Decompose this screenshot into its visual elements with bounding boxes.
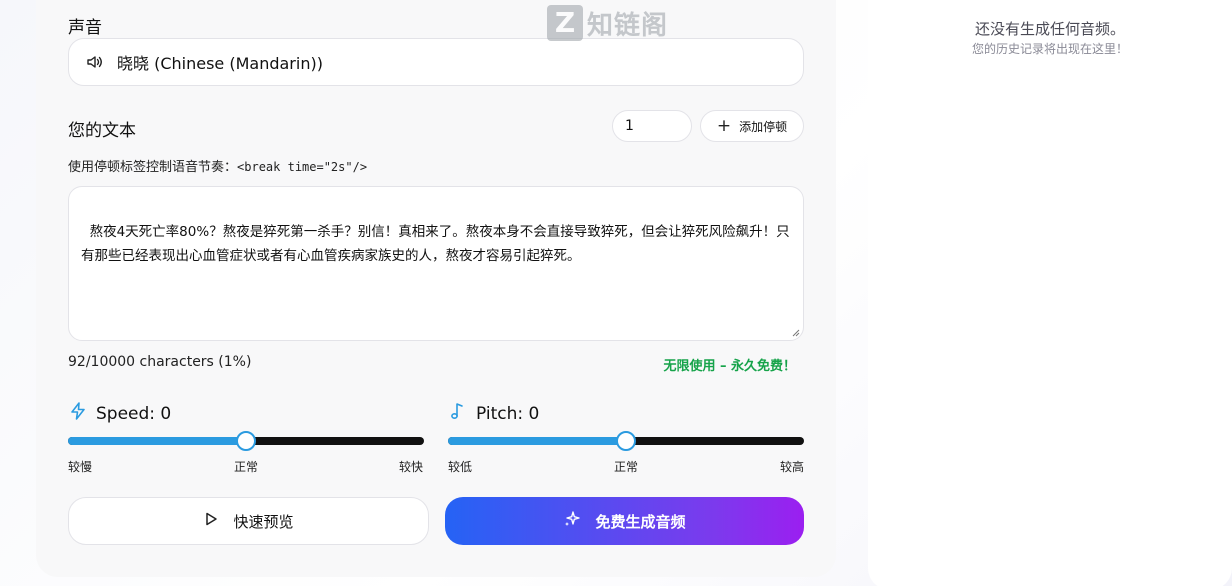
pause-tag-example: <break time="2s"/>	[237, 160, 368, 174]
generate-audio-label: 免费生成音频	[595, 512, 686, 531]
sparkle-icon	[563, 510, 581, 532]
speaker-icon	[85, 53, 103, 71]
free-usage-badge: 无限使用 – 永久免费！	[663, 359, 796, 374]
resize-handle-icon[interactable]	[791, 328, 800, 337]
pitch-max-label: 较高	[780, 460, 805, 474]
voice-select[interactable]: 晓晓 (Chinese (Mandarin))	[68, 38, 804, 86]
speed-slider-thumb[interactable]	[236, 431, 256, 451]
text-section-label: 您的文本	[68, 121, 136, 141]
speed-mid-label: 正常	[234, 460, 259, 474]
history-panel: 还没有生成任何音频。 您的历史记录将出现在这里！	[868, 0, 1232, 586]
speed-title: Speed: 0	[68, 401, 171, 426]
plus-icon: +	[716, 115, 732, 136]
text-input[interactable]: 熬夜4天死亡率80%？熬夜是猝死第一杀手？别信！真相来了。熬夜本身不会直接导致猝…	[68, 186, 804, 341]
speed-min-label: 较慢	[68, 460, 93, 474]
pause-duration-input[interactable]: 1	[612, 110, 692, 142]
music-note-icon	[448, 401, 468, 426]
pitch-mid-label: 正常	[614, 460, 639, 474]
pause-tag-hint-text: 使用停顿标签控制语音节奏：	[68, 160, 238, 175]
watermark-logo: Z 知链阁	[547, 4, 687, 42]
speed-max-label: 较快	[399, 460, 424, 474]
character-count: 92/10000 characters (1%)	[68, 354, 252, 370]
pitch-slider-thumb[interactable]	[616, 431, 636, 451]
add-pause-button[interactable]: + 添加停顿	[700, 110, 804, 142]
speed-label: Speed: 0	[96, 403, 172, 424]
pitch-title: Pitch: 0	[448, 401, 539, 426]
pitch-min-label: 较低	[448, 460, 473, 474]
history-empty-title: 还没有生成任何音频。	[974, 20, 1125, 38]
quick-preview-label: 快速预览	[233, 512, 294, 531]
generate-audio-button[interactable]: 免费生成音频	[445, 497, 804, 545]
pitch-slider[interactable]	[448, 431, 804, 451]
watermark-brand: 知链阁	[587, 10, 669, 41]
watermark-logo-letter: Z	[547, 5, 583, 41]
pitch-label: Pitch: 0	[476, 403, 540, 424]
voice-select-value: 晓晓 (Chinese (Mandarin))	[117, 54, 323, 73]
pitch-slider-fill	[448, 437, 626, 445]
speed-slider-fill	[68, 437, 246, 445]
text-input-content: 熬夜4天死亡率80%？熬夜是猝死第一杀手？别信！真相来了。熬夜本身不会直接导致猝…	[81, 224, 790, 264]
history-empty-subtitle: 您的历史记录将出现在这里！	[971, 42, 1128, 56]
play-icon	[203, 511, 219, 531]
quick-preview-button[interactable]: 快速预览	[68, 497, 429, 545]
lightning-icon	[68, 401, 88, 426]
voice-section-label: 声音	[68, 18, 102, 38]
pause-tag-hint: 使用停顿标签控制语音节奏：<break time="2s"/>	[68, 156, 367, 175]
speed-slider[interactable]	[68, 431, 424, 451]
add-pause-label: 添加停顿	[739, 119, 788, 134]
